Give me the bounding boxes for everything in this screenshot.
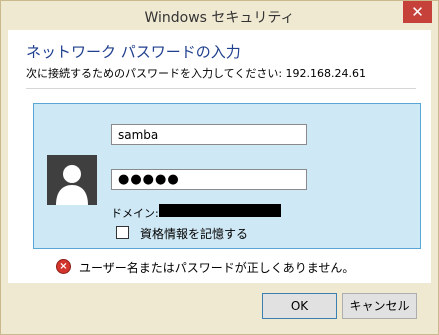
domain-label: ドメイン:: [111, 207, 159, 220]
close-icon: ✕: [411, 3, 424, 21]
credential-tile[interactable]: samba ●●●●● ドメイン: 資格情報を記憶する: [33, 103, 421, 249]
dialog-heading: ネットワーク パスワードの入力: [26, 43, 241, 61]
dialog-body: ネットワーク パスワードの入力 次に接続するためのパスワードを入力してください:…: [8, 30, 431, 283]
password-input[interactable]: ●●●●●: [111, 169, 307, 190]
windows-security-dialog: Windows セキュリティ ✕ ネットワーク パスワードの入力 次に接続するた…: [0, 0, 439, 335]
error-message: ユーザー名またはパスワードが正しくありません。: [79, 261, 355, 275]
dialog-subheading: 次に接続するためのパスワードを入力してください: 192.168.24.61: [26, 67, 367, 80]
ok-button[interactable]: OK: [262, 293, 337, 319]
error-x-icon: ×: [56, 259, 71, 274]
title-bar[interactable]: Windows セキュリティ ✕: [1, 1, 438, 30]
user-avatar-icon: [47, 155, 97, 205]
cancel-button[interactable]: キャンセル: [342, 293, 417, 319]
username-input[interactable]: samba: [111, 124, 307, 145]
close-button[interactable]: ✕: [403, 1, 432, 23]
domain-value-redacted: [159, 204, 281, 217]
window-title: Windows セキュリティ: [144, 10, 295, 26]
remember-credentials-label[interactable]: 資格情報を記憶する: [140, 225, 248, 242]
divider: [26, 88, 416, 89]
remember-credentials-checkbox[interactable]: [116, 226, 129, 239]
